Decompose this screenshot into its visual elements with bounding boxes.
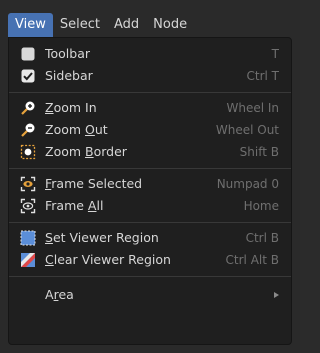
zoom-out-icon xyxy=(20,122,36,138)
toolbar-label: Toolbar xyxy=(45,46,91,61)
separator xyxy=(9,92,291,93)
menu-item-sidebar[interactable]: Sidebar Ctrl T xyxy=(9,65,291,87)
set-viewer-region-icon xyxy=(20,230,36,246)
menu-item-set-viewer-region[interactable]: Set Viewer Region Ctrl B xyxy=(9,227,291,249)
frame-all-label: Frame All xyxy=(45,198,104,213)
menu-item-zoom-out[interactable]: Zoom Out Wheel Out xyxy=(9,119,291,141)
toolbar-shortcut: T xyxy=(271,47,279,61)
separator xyxy=(9,276,291,277)
zoom-in-label: Zoom In xyxy=(45,100,97,115)
menu-item-frame-selected[interactable]: Frame Selected Numpad 0 xyxy=(9,173,291,195)
menu-view[interactable]: View xyxy=(8,13,53,37)
separator xyxy=(9,222,291,223)
frame-selected-icon xyxy=(20,176,36,192)
frame-all-icon xyxy=(20,198,36,214)
clear-viewer-region-label: Clear Viewer Region xyxy=(45,252,171,267)
sidebar-shortcut: Ctrl T xyxy=(246,69,280,83)
zoom-in-shortcut: Wheel In xyxy=(226,101,279,115)
view-menu-dropdown: Toolbar T Sidebar Ctrl T Zoom In Wheel I… xyxy=(8,37,292,345)
zoom-border-label: Zoom Border xyxy=(45,144,127,159)
area-label: Area xyxy=(45,287,74,302)
set-viewer-region-label: Set Viewer Region xyxy=(45,230,159,245)
frame-all-shortcut: Home xyxy=(243,199,279,213)
menu-select[interactable]: Select xyxy=(53,13,107,37)
clear-viewer-region-shortcut: Ctrl Alt B xyxy=(225,253,279,267)
clear-viewer-region-icon xyxy=(20,252,36,268)
menu-item-clear-viewer-region[interactable]: Clear Viewer Region Ctrl Alt B xyxy=(9,249,291,271)
zoom-out-shortcut: Wheel Out xyxy=(215,123,279,137)
menu-item-zoom-border[interactable]: Zoom Border Shift B xyxy=(9,141,291,163)
menu-item-zoom-in[interactable]: Zoom In Wheel In xyxy=(9,97,291,119)
menu-node[interactable]: Node xyxy=(146,13,194,37)
set-viewer-region-shortcut: Ctrl B xyxy=(245,231,279,245)
zoom-in-icon xyxy=(20,100,36,116)
frame-selected-shortcut: Numpad 0 xyxy=(216,177,279,191)
submenu-arrow-icon xyxy=(274,292,279,298)
menu-item-area[interactable]: Area xyxy=(9,284,291,306)
zoom-border-icon xyxy=(20,144,36,160)
zoom-border-shortcut: Shift B xyxy=(239,145,279,159)
menu-item-frame-all[interactable]: Frame All Home xyxy=(9,195,291,217)
checkbox-checked-icon[interactable] xyxy=(20,68,36,84)
menu-item-toolbar[interactable]: Toolbar T xyxy=(9,43,291,65)
separator xyxy=(9,168,291,169)
checkbox-icon[interactable] xyxy=(20,46,36,62)
zoom-out-label: Zoom Out xyxy=(45,122,108,137)
header-menubar: View Select Add Node xyxy=(8,13,194,37)
frame-selected-label: Frame Selected xyxy=(45,176,143,191)
node-editor-background: View Select Add Node Toolbar T Sidebar C… xyxy=(0,0,300,353)
sidebar-label: Sidebar xyxy=(45,68,93,83)
menu-add[interactable]: Add xyxy=(107,13,146,37)
